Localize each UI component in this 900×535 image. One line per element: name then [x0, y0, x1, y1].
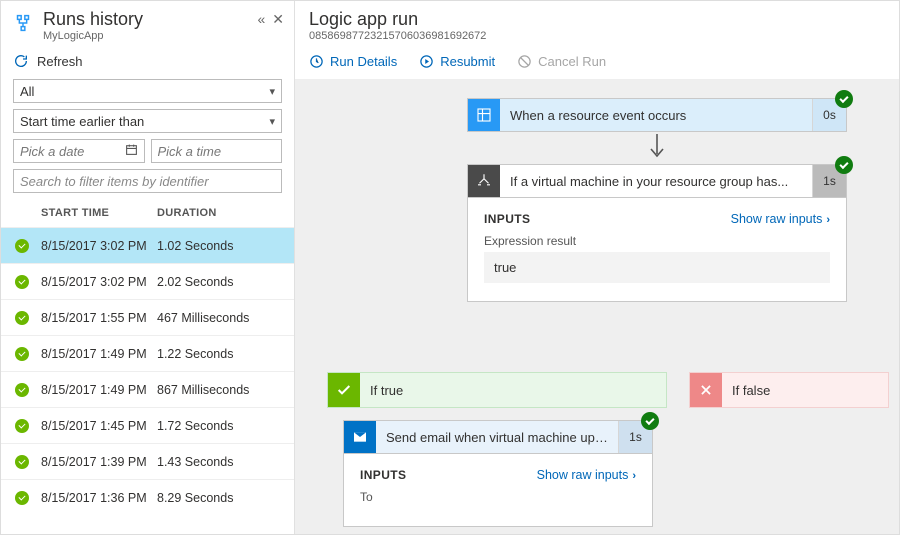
- date-placeholder: Pick a date: [20, 144, 84, 159]
- row-start-time: 8/15/2017 1:45 PM: [41, 419, 157, 433]
- status-ok-icon: [15, 275, 41, 289]
- time-filter-select[interactable]: Start time earlier than ▾: [13, 109, 282, 133]
- table-row[interactable]: 8/15/2017 1:49 PM1.22 Seconds: [1, 335, 294, 371]
- x-icon: [690, 373, 722, 407]
- event-grid-icon: [468, 99, 500, 131]
- chevron-down-icon: ▾: [269, 115, 275, 128]
- condition-inputs-panel: INPUTS Show raw inputs› Expression resul…: [467, 197, 847, 302]
- refresh-label: Refresh: [37, 54, 83, 69]
- table-header: START TIME DURATION: [1, 193, 294, 227]
- row-duration: 1.72 Seconds: [157, 419, 282, 433]
- status-ok-icon: [15, 311, 41, 325]
- trigger-label: When a resource event occurs: [500, 108, 812, 123]
- if-true-label: If true: [360, 383, 413, 398]
- row-start-time: 8/15/2017 1:49 PM: [41, 347, 157, 361]
- inputs-label: INPUTS: [360, 468, 406, 482]
- right-title: Logic app run: [309, 9, 885, 30]
- left-subtitle: MyLogicApp: [43, 29, 257, 43]
- table-row[interactable]: 8/15/2017 1:55 PM467 Milliseconds: [1, 299, 294, 335]
- runs-history-pane: Runs history MyLogicApp « ✕ Refresh All …: [1, 1, 295, 534]
- trigger-step-card[interactable]: When a resource event occurs 0s: [467, 98, 847, 132]
- flow-arrow-icon: [647, 134, 667, 165]
- cancel-run-button: Cancel Run: [517, 54, 606, 69]
- close-icon[interactable]: ✕: [272, 11, 284, 28]
- status-ok-icon: [15, 347, 41, 361]
- check-icon: [328, 373, 360, 407]
- status-ok-icon: [15, 419, 41, 433]
- inputs-label: INPUTS: [484, 212, 530, 226]
- if-false-label: If false: [722, 383, 780, 398]
- row-duration: 867 Milliseconds: [157, 383, 282, 397]
- search-placeholder: Search to filter items by identifier: [20, 174, 209, 189]
- condition-step-card[interactable]: If a virtual machine in your resource gr…: [467, 164, 847, 198]
- row-duration: 1.22 Seconds: [157, 347, 282, 361]
- email-inputs-panel: INPUTS Show raw inputs› To: [343, 453, 653, 527]
- status-ok-icon: [15, 239, 41, 253]
- success-badge-icon: [835, 156, 853, 174]
- col-duration: DURATION: [157, 207, 282, 219]
- row-duration: 1.43 Seconds: [157, 455, 282, 469]
- table-row[interactable]: 8/15/2017 1:36 PM8.29 Seconds: [1, 479, 294, 515]
- row-start-time: 8/15/2017 1:49 PM: [41, 383, 157, 397]
- chevron-right-icon: ›: [632, 470, 636, 482]
- resubmit-button[interactable]: Resubmit: [419, 54, 495, 69]
- if-true-branch[interactable]: If true: [327, 372, 667, 408]
- calendar-icon: [125, 143, 138, 159]
- time-placeholder: Pick a time: [158, 144, 222, 159]
- collapse-icon[interactable]: «: [257, 11, 262, 28]
- run-details-button[interactable]: Run Details: [309, 54, 397, 69]
- toolbar: Run Details Resubmit Cancel Run: [295, 46, 899, 80]
- status-ok-icon: [15, 455, 41, 469]
- status-filter-select[interactable]: All ▾: [13, 79, 282, 103]
- email-step-label: Send email when virtual machine updat...: [376, 430, 618, 445]
- row-start-time: 8/15/2017 1:39 PM: [41, 455, 157, 469]
- status-ok-icon: [15, 491, 41, 505]
- success-badge-icon: [641, 412, 659, 430]
- table-row[interactable]: 8/15/2017 1:39 PM1.43 Seconds: [1, 443, 294, 479]
- status-filter-value: All: [20, 84, 34, 99]
- outlook-icon: [344, 421, 376, 453]
- refresh-button[interactable]: Refresh: [1, 47, 294, 79]
- show-raw-inputs-link[interactable]: Show raw inputs›: [537, 468, 636, 482]
- run-detail-pane: Logic app run 08586987723215706036981692…: [295, 1, 899, 534]
- table-row[interactable]: 8/15/2017 3:02 PM2.02 Seconds: [1, 263, 294, 299]
- expression-result-value: true: [484, 252, 830, 283]
- email-step-card[interactable]: Send email when virtual machine updat...…: [343, 420, 653, 454]
- row-start-time: 8/15/2017 1:55 PM: [41, 311, 157, 325]
- row-start-time: 8/15/2017 3:02 PM: [41, 239, 157, 253]
- chevron-right-icon: ›: [826, 214, 830, 226]
- success-badge-icon: [835, 90, 853, 108]
- time-picker[interactable]: Pick a time: [151, 139, 283, 163]
- condition-label: If a virtual machine in your resource gr…: [500, 174, 812, 189]
- condition-icon: [468, 165, 500, 197]
- if-false-branch[interactable]: If false: [689, 372, 889, 408]
- logic-app-icon: [9, 9, 37, 37]
- date-picker[interactable]: Pick a date: [13, 139, 145, 163]
- row-duration: 2.02 Seconds: [157, 275, 282, 289]
- table-row[interactable]: 8/15/2017 1:45 PM1.72 Seconds: [1, 407, 294, 443]
- search-input[interactable]: Search to filter items by identifier: [13, 169, 282, 193]
- chevron-down-icon: ▾: [269, 85, 275, 98]
- row-duration: 467 Milliseconds: [157, 311, 282, 325]
- workflow-canvas[interactable]: When a resource event occurs 0s If a vir…: [295, 80, 899, 534]
- row-duration: 1.02 Seconds: [157, 239, 282, 253]
- row-duration: 8.29 Seconds: [157, 491, 282, 505]
- show-raw-inputs-link[interactable]: Show raw inputs›: [731, 212, 830, 226]
- status-ok-icon: [15, 383, 41, 397]
- left-header: Runs history MyLogicApp « ✕: [1, 1, 294, 47]
- row-start-time: 8/15/2017 1:36 PM: [41, 491, 157, 505]
- run-id: 08586987723215706036981692672: [309, 30, 885, 42]
- table-row[interactable]: 8/15/2017 1:49 PM867 Milliseconds: [1, 371, 294, 407]
- time-filter-value: Start time earlier than: [20, 114, 144, 129]
- expression-result-label: Expression result: [484, 234, 830, 248]
- refresh-icon: [13, 53, 29, 69]
- runs-table-body: 8/15/2017 3:02 PM1.02 Seconds8/15/2017 3…: [1, 227, 294, 534]
- table-row[interactable]: 8/15/2017 3:02 PM1.02 Seconds: [1, 227, 294, 263]
- row-start-time: 8/15/2017 3:02 PM: [41, 275, 157, 289]
- left-title: Runs history: [43, 9, 257, 29]
- col-start: START TIME: [41, 207, 157, 219]
- email-to-label: To: [360, 490, 636, 504]
